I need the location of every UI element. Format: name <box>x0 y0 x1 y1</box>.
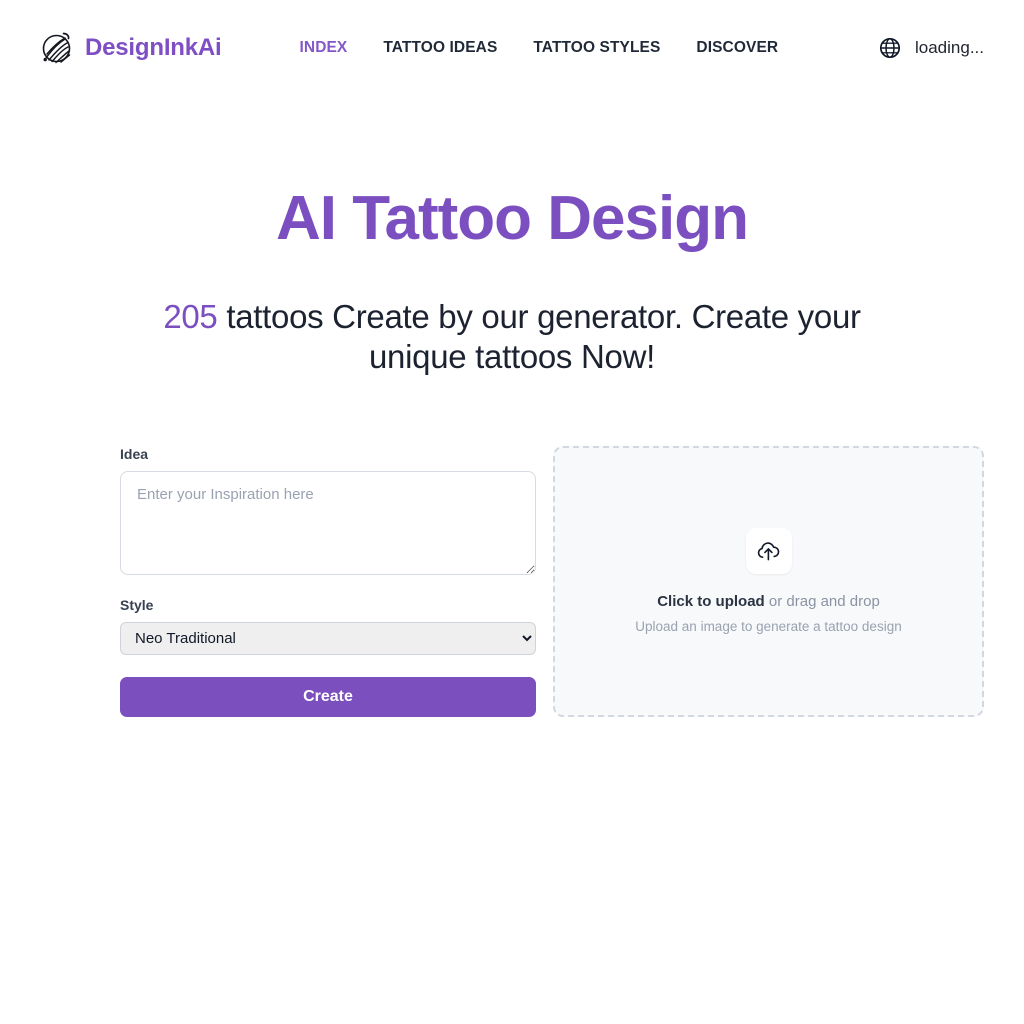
image-dropzone[interactable]: Click to upload or drag and drop Upload … <box>553 445 984 717</box>
language-label: loading... <box>915 38 984 57</box>
nav-item-discover[interactable]: DISCOVER <box>696 39 778 57</box>
nav-item-tattoo-styles[interactable]: TATTOO STYLES <box>533 39 660 57</box>
brand-name: DesignInkAi <box>85 34 222 61</box>
hero-section: AI Tattoo Design 205 tattoos Create by o… <box>0 96 1024 378</box>
language-switcher[interactable]: loading... <box>879 37 992 59</box>
hero-subtitle-text: tattoos Create by our generator. Create … <box>217 298 861 376</box>
dropzone-primary-text: Click to upload or drag and drop <box>657 592 880 612</box>
main-navigation: INDEX TATTOO IDEAS TATTOO STYLES DISCOVE… <box>300 39 779 57</box>
field-spacer <box>120 575 536 597</box>
idea-label: Idea <box>120 445 149 462</box>
globe-icon <box>879 37 901 59</box>
site-header: DesignInkAi INDEX TATTOO IDEAS TATTOO ST… <box>0 0 1024 96</box>
page-title: AI Tattoo Design <box>276 184 749 253</box>
generator-section: Idea Style Neo Traditional Create Click … <box>40 445 984 717</box>
style-label: Style <box>120 596 154 613</box>
tattoo-swirl-logo-icon <box>40 31 74 65</box>
dropzone-secondary-text: Upload an image to generate a tattoo des… <box>635 618 902 634</box>
drag-and-drop-text: or drag and drop <box>764 593 880 611</box>
upload-icon-badge <box>745 528 792 575</box>
tattoo-count: 205 <box>163 298 218 336</box>
brand-logo-link[interactable]: DesignInkAi <box>40 31 222 65</box>
hero-subtitle: 205 tattoos Create by our generator. Cre… <box>127 297 897 378</box>
click-to-upload-text: Click to upload <box>657 593 765 611</box>
cloud-upload-icon <box>756 539 781 564</box>
create-button[interactable]: Create <box>120 676 536 717</box>
upload-column: Click to upload or drag and drop Upload … <box>553 445 984 717</box>
idea-input[interactable] <box>120 470 536 575</box>
nav-item-tattoo-ideas[interactable]: TATTOO IDEAS <box>383 39 497 57</box>
generator-form: Idea Style Neo Traditional Create <box>120 446 536 717</box>
nav-item-index[interactable]: INDEX <box>300 39 348 57</box>
style-select[interactable]: Neo Traditional <box>120 621 536 655</box>
